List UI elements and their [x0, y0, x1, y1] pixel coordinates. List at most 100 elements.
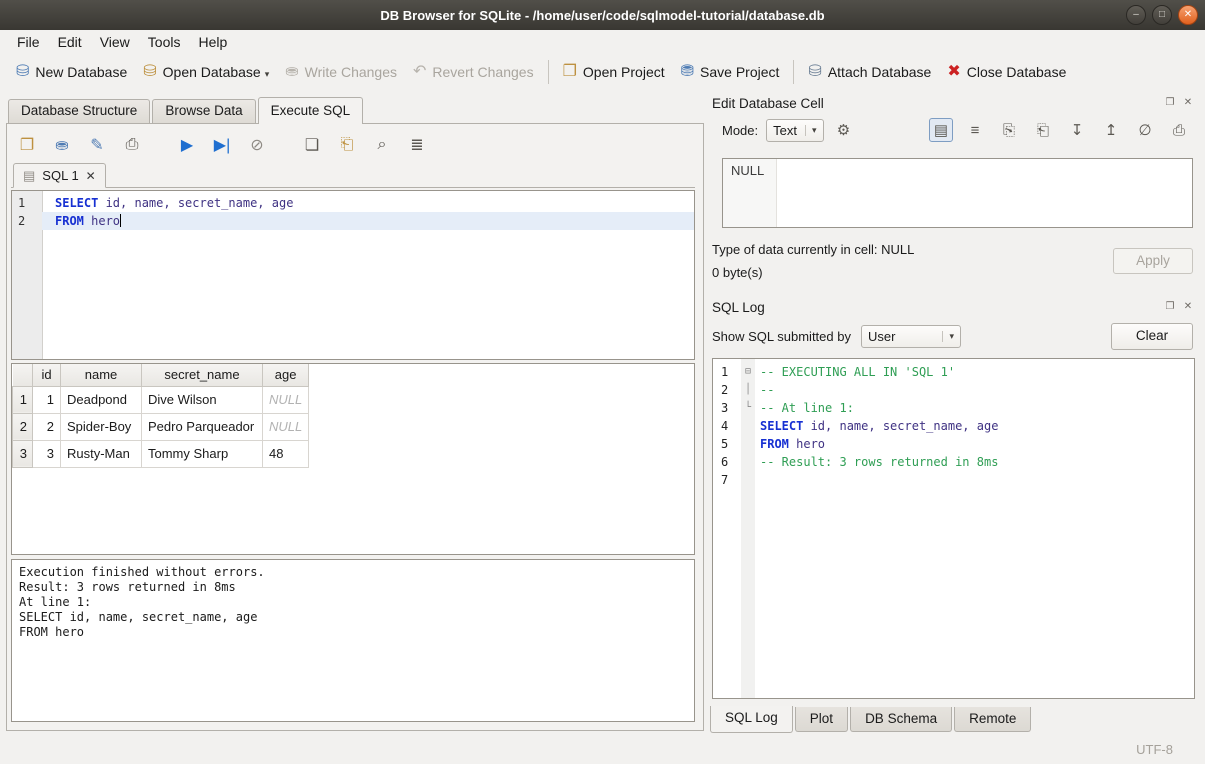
open-sql-file-icon[interactable]: ❐: [15, 133, 39, 157]
toolbar-separator: [548, 60, 549, 84]
minimize-button[interactable]: –: [1126, 5, 1146, 25]
corner-header[interactable]: [13, 364, 33, 386]
new-sql-tab-icon[interactable]: ❏: [300, 133, 324, 157]
open-database-dropdown-icon[interactable]: ▾: [265, 69, 270, 80]
cell-secret-name[interactable]: Tommy Sharp: [142, 440, 263, 467]
close-database-label: Close Database: [967, 64, 1067, 80]
menu-help[interactable]: Help: [189, 32, 236, 52]
copy-icon[interactable]: ⎘: [997, 118, 1021, 142]
import-from-file-icon[interactable]: ↥: [1099, 118, 1123, 142]
open-project-button[interactable]: ❐ Open Project: [555, 59, 673, 85]
title-bar[interactable]: DB Browser for SQLite - /home/user/code/…: [0, 0, 1205, 30]
find-replace-icon[interactable]: ⌕: [370, 133, 394, 157]
dock-float-icon[interactable]: ❐: [1163, 96, 1177, 110]
mode-select[interactable]: Text ▾: [766, 119, 823, 142]
cell-name[interactable]: Rusty-Man: [61, 440, 142, 467]
word-wrap-icon[interactable]: ≡: [963, 118, 987, 142]
tab-execute-sql[interactable]: Execute SQL: [258, 97, 364, 124]
attach-database-button[interactable]: ⛁ Attach Database: [800, 59, 939, 85]
save-sql-file-as-icon[interactable]: ✎: [85, 133, 109, 157]
save-sql-file-icon[interactable]: ⛂: [50, 133, 74, 157]
menu-file[interactable]: File: [8, 32, 49, 52]
execute-sql-pane: ❐ ⛂ ✎ ⎙ ▶ ▶| ⊘ ❏ ⎗ ⌕ ≣ ▤ SQL 1 ✕: [6, 123, 704, 731]
dock-tab-remote[interactable]: Remote: [954, 707, 1031, 732]
open-sql-in-tab-icon[interactable]: ⎗: [335, 133, 359, 157]
save-project-button[interactable]: ⛃ Save Project: [673, 59, 788, 85]
tab-browse-data[interactable]: Browse Data: [152, 99, 255, 123]
table-row: 2 2 Spider-Boy Pedro Parqueador NULL: [13, 413, 309, 440]
main-toolbar: ⛁ New Database ⛁ Open Database ▾ ⛂ Write…: [0, 54, 1205, 90]
revert-changes-icon: ↶: [413, 64, 426, 80]
close-button[interactable]: ✕: [1178, 5, 1198, 25]
sql-toolbar: ❐ ⛂ ✎ ⎙ ▶ ▶| ⊘ ❏ ⎗ ⌕ ≣: [11, 128, 695, 162]
row-number[interactable]: 1: [13, 386, 33, 413]
clear-log-button[interactable]: Clear: [1111, 323, 1193, 350]
cell-secret-name[interactable]: Dive Wilson: [142, 386, 263, 413]
menu-bar: File Edit View Tools Help: [0, 30, 1205, 54]
cell-age[interactable]: 48: [263, 440, 309, 467]
main-area: Database Structure Browse Data Execute S…: [0, 90, 1205, 735]
right-panel: Edit Database Cell ❐ ✕ Mode: Text ▾ ⚙ ▤ …: [704, 90, 1205, 735]
submitted-by-select[interactable]: User ▾: [861, 325, 961, 348]
cell-value-editor[interactable]: NULL: [722, 158, 1193, 228]
window-controls: – □ ✕: [1126, 5, 1198, 25]
sql-tab-1[interactable]: ▤ SQL 1 ✕: [13, 163, 106, 188]
execute-current-line-icon[interactable]: ▶|: [210, 133, 234, 157]
new-database-button[interactable]: ⛁ New Database: [8, 59, 135, 85]
sql-tab-close-icon[interactable]: ✕: [86, 169, 96, 183]
text-view-icon[interactable]: ▤: [929, 118, 953, 142]
dock-close-icon[interactable]: ✕: [1181, 96, 1195, 110]
print-icon[interactable]: ⎙: [120, 133, 144, 157]
encoding-indicator[interactable]: UTF-8: [1136, 742, 1173, 757]
sql-log-header: SQL Log ❐ ✕: [706, 296, 1197, 318]
open-database-label: Open Database: [163, 64, 261, 80]
open-project-icon: ❐: [563, 64, 577, 80]
menu-view[interactable]: View: [91, 32, 139, 52]
cell-name[interactable]: Spider-Boy: [61, 413, 142, 440]
dock-tab-db-schema[interactable]: DB Schema: [850, 707, 952, 732]
left-panel: Database Structure Browse Data Execute S…: [0, 90, 704, 735]
cell-age[interactable]: NULL: [263, 413, 309, 440]
sql-log-view[interactable]: 1 ⊟ -- EXECUTING ALL IN 'SQL 1' 2 │ -- 3…: [712, 358, 1195, 699]
tab-database-structure[interactable]: Database Structure: [8, 99, 150, 123]
menu-tools[interactable]: Tools: [139, 32, 190, 52]
print-cell-icon[interactable]: ⎙: [1167, 118, 1191, 142]
cell-id[interactable]: 3: [33, 440, 61, 467]
column-header-id[interactable]: id: [33, 364, 61, 386]
paste-icon[interactable]: ⎗: [1031, 118, 1055, 142]
column-header-secret-name[interactable]: secret_name: [142, 364, 263, 386]
dock-tab-sql-log[interactable]: SQL Log: [710, 706, 793, 733]
mode-settings-icon[interactable]: ⚙: [832, 118, 856, 142]
export-to-file-icon[interactable]: ↧: [1065, 118, 1089, 142]
fold-marker-icon[interactable]: ⊟: [741, 363, 755, 381]
dock-close-icon[interactable]: ✕: [1181, 300, 1195, 314]
open-database-button[interactable]: ⛁ Open Database ▾: [135, 59, 277, 85]
new-database-label: New Database: [35, 64, 127, 80]
cell-secret-name[interactable]: Pedro Parqueador: [142, 413, 263, 440]
menu-edit[interactable]: Edit: [49, 32, 91, 52]
fold-guide: └: [741, 399, 755, 417]
write-changes-label: Write Changes: [305, 64, 397, 80]
set-null-icon[interactable]: ∅: [1133, 118, 1157, 142]
column-header-name[interactable]: name: [61, 364, 142, 386]
dock-tab-plot[interactable]: Plot: [795, 707, 848, 732]
execute-all-icon[interactable]: ▶: [175, 133, 199, 157]
maximize-button[interactable]: □: [1152, 5, 1172, 25]
apply-button: Apply: [1113, 248, 1193, 274]
cell-age[interactable]: NULL: [263, 386, 309, 413]
edit-cell-toolbar: Mode: Text ▾ ⚙ ▤ ≡ ⎘ ⎗ ↧ ↥ ∅ ⎙: [706, 114, 1197, 146]
word-wrap-icon[interactable]: ≣: [405, 133, 429, 157]
stop-icon: ⊘: [245, 133, 269, 157]
cell-id[interactable]: 2: [33, 413, 61, 440]
sql-log-filter-row: Show SQL submitted by User ▾ Clear: [706, 318, 1197, 354]
save-project-icon: ⛃: [681, 64, 694, 80]
row-number[interactable]: 2: [13, 413, 33, 440]
close-database-button[interactable]: ✖ Close Database: [939, 59, 1074, 85]
cell-id[interactable]: 1: [33, 386, 61, 413]
sql-editor[interactable]: 1 SELECT id, name, secret_name, age 2 FR…: [11, 190, 695, 360]
dock-float-icon[interactable]: ❐: [1163, 300, 1177, 314]
row-number[interactable]: 3: [13, 440, 33, 467]
column-header-age[interactable]: age: [263, 364, 309, 386]
execution-status-message: Execution finished without errors. Resul…: [11, 559, 695, 722]
cell-name[interactable]: Deadpond: [61, 386, 142, 413]
